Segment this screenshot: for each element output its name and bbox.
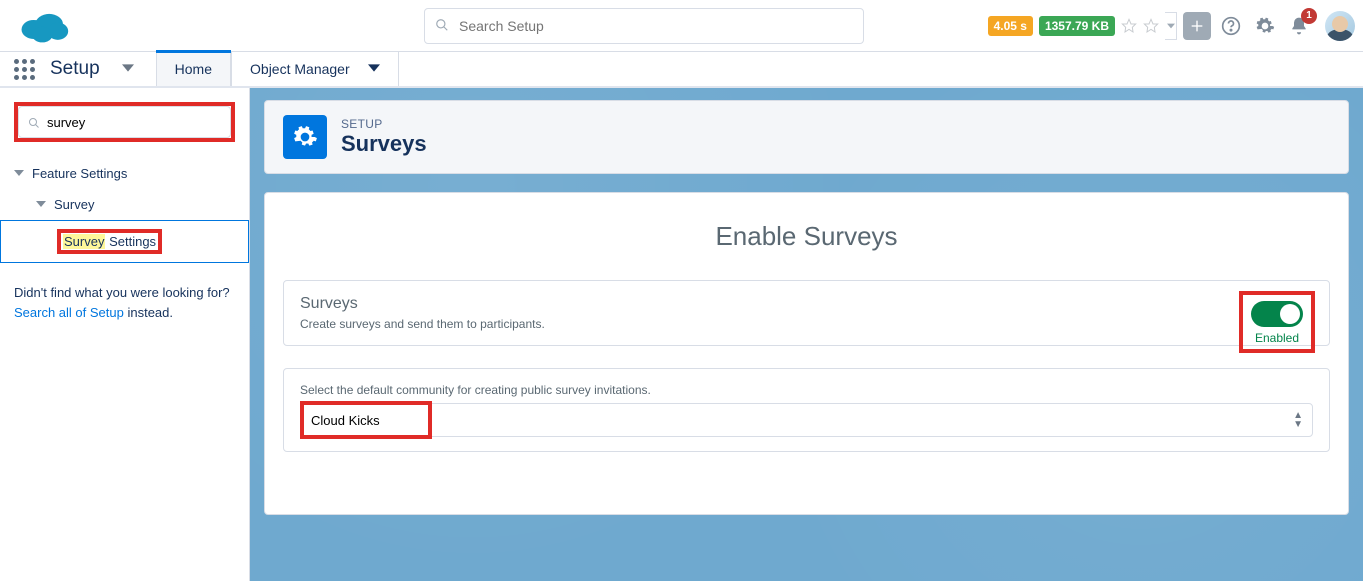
section-description: Create surveys and send them to particip…	[300, 317, 1313, 331]
favorites-dropdown[interactable]	[1165, 12, 1177, 40]
toggle-highlight: Enabled	[1239, 291, 1315, 353]
chevron-down-icon	[122, 58, 134, 80]
notifications-button[interactable]: 1	[1285, 12, 1313, 40]
page-header-text: SETUP Surveys	[341, 117, 427, 157]
help-icon[interactable]	[1217, 12, 1245, 40]
nofind-text-suffix: instead.	[124, 305, 173, 320]
tree-node-feature-settings[interactable]: Feature Settings	[0, 158, 249, 189]
nofind-text-prefix: Didn't find what you were looking for?	[14, 285, 230, 300]
salesforce-logo[interactable]	[16, 7, 72, 45]
search-all-setup-link[interactable]: Search all of Setup	[14, 305, 124, 320]
select-label: Select the default community for creatin…	[300, 383, 1313, 397]
tree-node-survey-settings[interactable]: Survey Settings	[1, 221, 248, 262]
tab-object-manager[interactable]: Object Manager	[231, 52, 399, 86]
gear-icon[interactable]	[1251, 12, 1279, 40]
perf-timer-badge: 4.05 s	[988, 16, 1033, 36]
tree-selected-row: Survey Settings	[0, 220, 249, 263]
toggle-state-label: Enabled	[1251, 331, 1303, 345]
community-select-row: Cloud Kicks ▲▼	[300, 403, 1313, 437]
surveys-card: Enable Surveys Surveys Create surveys an…	[264, 192, 1349, 515]
app-name-label: Setup	[50, 58, 100, 80]
highlight-box: Survey Settings	[57, 229, 162, 254]
star-icon[interactable]	[1143, 18, 1159, 34]
quick-find-input[interactable]	[18, 106, 231, 138]
section-title: Surveys	[300, 295, 1313, 313]
default-community-select[interactable]: Cloud Kicks	[300, 403, 1313, 437]
tree-node-survey[interactable]: Survey	[0, 189, 249, 220]
tab-home[interactable]: Home	[156, 52, 231, 86]
grid-icon	[14, 59, 35, 80]
perf-size-badge: 1357.79 KB	[1039, 16, 1115, 36]
tab-label: Home	[175, 61, 212, 77]
enable-surveys-section: Surveys Create surveys and send them to …	[283, 280, 1330, 346]
content-area: SETUP Surveys Enable Surveys Surveys Cre…	[250, 88, 1363, 581]
user-avatar[interactable]	[1325, 11, 1355, 41]
chevron-down-icon	[14, 166, 24, 181]
page-title: Surveys	[341, 131, 427, 157]
global-search-input[interactable]	[424, 8, 864, 44]
page-eyebrow: SETUP	[341, 117, 427, 131]
global-search	[424, 8, 864, 44]
app-launcher-button[interactable]	[6, 52, 42, 86]
quick-find-box	[14, 102, 235, 142]
notification-count-badge: 1	[1301, 8, 1317, 24]
default-community-section: Select the default community for creatin…	[283, 368, 1330, 452]
star-icon[interactable]	[1121, 18, 1137, 34]
surveys-enable-toggle[interactable]	[1251, 301, 1303, 327]
setup-sidebar: Feature Settings Survey Survey Settings …	[0, 88, 250, 581]
app-name[interactable]: Setup	[42, 52, 156, 86]
main-layout: Feature Settings Survey Survey Settings …	[0, 88, 1363, 581]
no-results-help: Didn't find what you were looking for? S…	[0, 263, 249, 322]
tab-label: Object Manager	[250, 61, 350, 77]
page-header: SETUP Surveys	[264, 100, 1349, 174]
search-icon	[435, 18, 449, 35]
card-heading: Enable Surveys	[283, 221, 1330, 252]
search-icon	[28, 117, 40, 132]
gear-icon	[283, 115, 327, 159]
global-add-button[interactable]	[1183, 12, 1211, 40]
chevron-down-icon	[368, 61, 380, 77]
tree-label: Feature Settings	[32, 166, 127, 181]
tree-label: Survey	[54, 197, 94, 212]
tree-label-highlight: Survey	[63, 234, 105, 249]
chevron-down-icon	[36, 197, 46, 212]
context-nav: Setup Home Object Manager	[0, 52, 1363, 88]
tree-label-rest: Settings	[105, 234, 156, 249]
header-utilities: 4.05 s 1357.79 KB 1	[988, 11, 1355, 41]
global-header: 4.05 s 1357.79 KB 1	[0, 0, 1363, 52]
